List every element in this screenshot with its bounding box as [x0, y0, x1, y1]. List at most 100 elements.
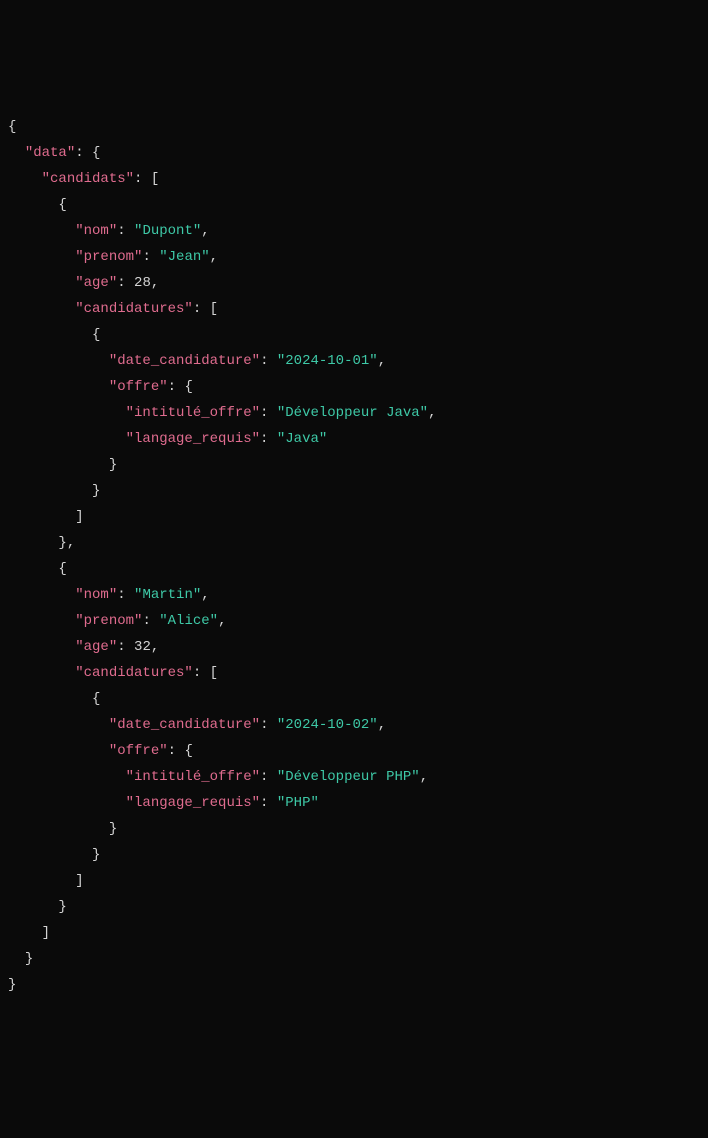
- json-key: "date_candidature": [109, 353, 260, 369]
- json-colon: :: [168, 743, 185, 759]
- json-brace: }: [92, 847, 100, 863]
- code-line: "offre": {: [8, 738, 700, 764]
- json-key: "nom": [75, 587, 117, 603]
- code-line: "data": {: [8, 140, 700, 166]
- json-comma: ,: [218, 613, 226, 629]
- code-line: }: [8, 452, 700, 478]
- code-line: "langage_requis": "Java": [8, 426, 700, 452]
- json-comma: ,: [420, 769, 428, 785]
- json-key: "age": [75, 639, 117, 655]
- json-brace: }: [8, 977, 16, 993]
- json-colon: :: [260, 795, 277, 811]
- json-brace: {: [8, 119, 16, 135]
- json-key: "offre": [109, 379, 168, 395]
- json-colon: :: [134, 171, 151, 187]
- json-brace: {: [184, 379, 192, 395]
- json-key: "langage_requis": [126, 431, 260, 447]
- json-comma: ,: [151, 275, 159, 291]
- json-brace: {: [92, 327, 100, 343]
- json-colon: :: [260, 353, 277, 369]
- code-line: "prenom": "Alice",: [8, 608, 700, 634]
- json-string: "Développeur Java": [277, 405, 428, 421]
- json-colon: :: [75, 145, 92, 161]
- json-brace: }: [92, 483, 100, 499]
- json-number: 32: [134, 639, 151, 655]
- json-string: "Jean": [159, 249, 209, 265]
- json-bracket: ]: [42, 925, 50, 941]
- code-line: }: [8, 478, 700, 504]
- code-line: "nom": "Dupont",: [8, 218, 700, 244]
- json-colon: :: [260, 405, 277, 421]
- json-key: "prenom": [75, 249, 142, 265]
- code-line: "date_candidature": "2024-10-01",: [8, 348, 700, 374]
- json-brace: {: [58, 197, 66, 213]
- json-comma: ,: [378, 353, 386, 369]
- json-comma: ,: [210, 249, 218, 265]
- json-colon: :: [260, 431, 277, 447]
- json-colon: :: [117, 223, 134, 239]
- json-key: "intitulé_offre": [126, 405, 260, 421]
- json-key: "nom": [75, 223, 117, 239]
- code-line: "candidats": [: [8, 166, 700, 192]
- json-string: "2024-10-02": [277, 717, 378, 733]
- json-bracket: ]: [75, 509, 83, 525]
- json-key: "age": [75, 275, 117, 291]
- json-key: "offre": [109, 743, 168, 759]
- json-key: "date_candidature": [109, 717, 260, 733]
- code-line: "date_candidature": "2024-10-02",: [8, 712, 700, 738]
- code-line: {: [8, 686, 700, 712]
- json-string: "PHP": [277, 795, 319, 811]
- code-line: ]: [8, 920, 700, 946]
- json-key: "data": [25, 145, 75, 161]
- json-bracket: [: [210, 665, 218, 681]
- code-line: "offre": {: [8, 374, 700, 400]
- json-brace: }: [109, 457, 117, 473]
- json-key: "candidatures": [75, 665, 193, 681]
- json-colon: :: [193, 301, 210, 317]
- json-brace: {: [92, 145, 100, 161]
- json-brace: }: [58, 899, 66, 915]
- json-bracket: [: [210, 301, 218, 317]
- code-line: "intitulé_offre": "Développeur Java",: [8, 400, 700, 426]
- json-comma: ,: [67, 535, 75, 551]
- json-string: "Java": [277, 431, 327, 447]
- json-string: "Dupont": [134, 223, 201, 239]
- json-colon: :: [117, 639, 134, 655]
- code-line: "nom": "Martin",: [8, 582, 700, 608]
- json-brace: {: [58, 561, 66, 577]
- code-line: "candidatures": [: [8, 296, 700, 322]
- json-string: "2024-10-01": [277, 353, 378, 369]
- json-brace: }: [109, 821, 117, 837]
- json-colon: :: [260, 769, 277, 785]
- json-brace: }: [25, 951, 33, 967]
- code-line: "age": 28,: [8, 270, 700, 296]
- code-line: "age": 32,: [8, 634, 700, 660]
- code-line: "candidatures": [: [8, 660, 700, 686]
- json-bracket: ]: [75, 873, 83, 889]
- code-line: "langage_requis": "PHP": [8, 790, 700, 816]
- code-line: ]: [8, 868, 700, 894]
- json-number: 28: [134, 275, 151, 291]
- json-brace: {: [184, 743, 192, 759]
- json-colon: :: [193, 665, 210, 681]
- code-line: }: [8, 894, 700, 920]
- code-line: ]: [8, 504, 700, 530]
- json-comma: ,: [378, 717, 386, 733]
- code-line: "intitulé_offre": "Développeur PHP",: [8, 764, 700, 790]
- code-line: }: [8, 972, 700, 998]
- code-line: {: [8, 556, 700, 582]
- json-comma: ,: [201, 223, 209, 239]
- json-key: "prenom": [75, 613, 142, 629]
- json-key: "candidats": [42, 171, 134, 187]
- json-colon: :: [117, 587, 134, 603]
- code-line: {: [8, 192, 700, 218]
- json-string: "Développeur PHP": [277, 769, 420, 785]
- code-line: {: [8, 114, 700, 140]
- json-code-block[interactable]: { "data": { "candidats": [ { "nom": "Dup…: [8, 114, 700, 998]
- code-line: }: [8, 816, 700, 842]
- json-colon: :: [168, 379, 185, 395]
- json-string: "Alice": [159, 613, 218, 629]
- code-line: }: [8, 842, 700, 868]
- json-comma: ,: [151, 639, 159, 655]
- json-colon: :: [117, 275, 134, 291]
